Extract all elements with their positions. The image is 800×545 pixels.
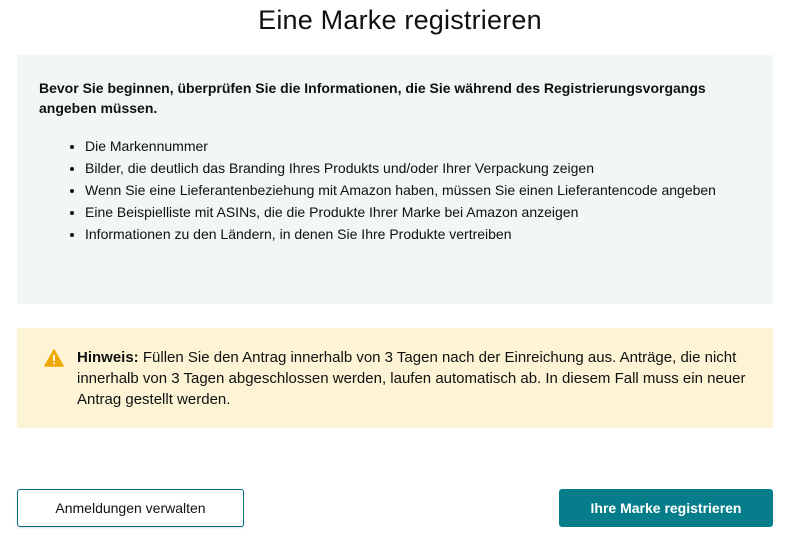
notice-alert: Hinweis: Füllen Sie den Antrag innerhalb… <box>17 328 773 428</box>
requirements-list: Die Markennummer Bilder, die deutlich da… <box>39 136 753 244</box>
requirements-intro: Bevor Sie beginnen, überprüfen Sie die I… <box>39 80 706 116</box>
notice-text-block: Hinweis: Füllen Sie den Antrag innerhalb… <box>77 349 745 408</box>
register-brand-button[interactable]: Ihre Marke registrieren <box>559 489 773 527</box>
requirements-box: Bevor Sie beginnen, überprüfen Sie die I… <box>17 55 773 304</box>
brand-registration-page: Eine Marke registrieren Bevor Sie beginn… <box>0 0 800 545</box>
manage-registrations-button[interactable]: Anmeldungen verwalten <box>17 489 244 527</box>
notice-label: Hinweis: <box>77 349 139 366</box>
list-item: Informationen zu den Ländern, in denen S… <box>85 224 753 244</box>
list-item: Bilder, die deutlich das Branding Ihres … <box>85 158 753 178</box>
list-item: Wenn Sie eine Lieferantenbeziehung mit A… <box>85 180 753 200</box>
list-item: Die Markennummer <box>85 136 753 156</box>
list-item: Eine Beispielliste mit ASINs, die die Pr… <box>85 202 753 222</box>
notice-text: Füllen Sie den Antrag innerhalb von 3 Ta… <box>77 349 746 408</box>
warning-icon <box>44 349 64 367</box>
page-title: Eine Marke registrieren <box>258 5 542 35</box>
